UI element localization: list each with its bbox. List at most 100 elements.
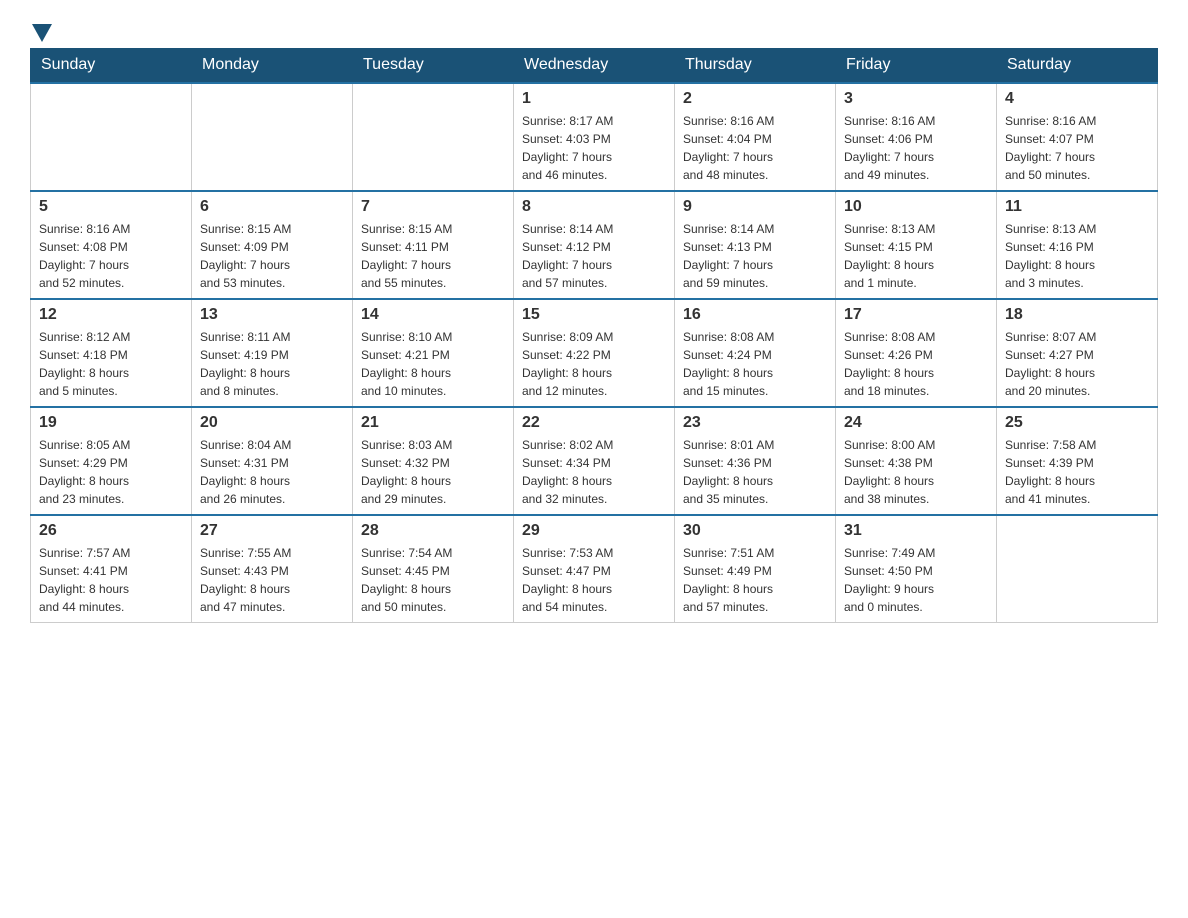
calendar-cell: 29 Sunrise: 7:53 AM Sunset: 4:47 PM Dayli… bbox=[514, 515, 675, 623]
day-number: 11 bbox=[1005, 198, 1149, 216]
calendar-cell: 2 Sunrise: 8:16 AM Sunset: 4:04 PM Daylig… bbox=[675, 83, 836, 191]
day-info: Sunrise: 7:49 AM Sunset: 4:50 PM Dayligh… bbox=[844, 544, 988, 616]
weekday-header-friday: Friday bbox=[836, 48, 997, 83]
day-number: 22 bbox=[522, 414, 666, 432]
calendar-cell: 19 Sunrise: 8:05 AM Sunset: 4:29 PM Dayli… bbox=[31, 407, 192, 515]
calendar-cell: 31 Sunrise: 7:49 AM Sunset: 4:50 PM Dayli… bbox=[836, 515, 997, 623]
day-info: Sunrise: 8:16 AM Sunset: 4:08 PM Dayligh… bbox=[39, 220, 183, 292]
calendar-cell: 21Sunrise: 8:03 AM Sunset: 4:32 PM Dayli… bbox=[353, 407, 514, 515]
day-number: 1 bbox=[522, 90, 666, 108]
calendar-cell: 25Sunrise: 7:58 AM Sunset: 4:39 PM Dayli… bbox=[997, 407, 1158, 515]
day-number: 10 bbox=[844, 198, 988, 216]
calendar-cell: 28 Sunrise: 7:54 AM Sunset: 4:45 PM Dayli… bbox=[353, 515, 514, 623]
day-number: 2 bbox=[683, 90, 827, 108]
day-number: 9 bbox=[683, 198, 827, 216]
day-number: 15 bbox=[522, 306, 666, 324]
weekday-header-saturday: Saturday bbox=[997, 48, 1158, 83]
day-info: Sunrise: 8:13 AM Sunset: 4:16 PM Dayligh… bbox=[1005, 220, 1149, 292]
day-number: 26 bbox=[39, 522, 183, 540]
day-info: Sunrise: 8:17 AM Sunset: 4:03 PM Dayligh… bbox=[522, 112, 666, 184]
day-info: Sunrise: 7:58 AM Sunset: 4:39 PM Dayligh… bbox=[1005, 436, 1149, 508]
calendar-table: SundayMondayTuesdayWednesdayThursdayFrid… bbox=[30, 48, 1158, 623]
page-header bbox=[30, 20, 1158, 38]
day-info: Sunrise: 8:16 AM Sunset: 4:06 PM Dayligh… bbox=[844, 112, 988, 184]
day-info: Sunrise: 8:02 AM Sunset: 4:34 PM Dayligh… bbox=[522, 436, 666, 508]
day-number: 13 bbox=[200, 306, 344, 324]
weekday-header-sunday: Sunday bbox=[31, 48, 192, 83]
calendar-cell: 10Sunrise: 8:13 AM Sunset: 4:15 PM Dayli… bbox=[836, 191, 997, 299]
calendar-cell: 15 Sunrise: 8:09 AM Sunset: 4:22 PM Dayli… bbox=[514, 299, 675, 407]
calendar-cell: 11 Sunrise: 8:13 AM Sunset: 4:16 PM Dayli… bbox=[997, 191, 1158, 299]
weekday-header-monday: Monday bbox=[192, 48, 353, 83]
calendar-cell: 18 Sunrise: 8:07 AM Sunset: 4:27 PM Dayli… bbox=[997, 299, 1158, 407]
day-number: 8 bbox=[522, 198, 666, 216]
calendar-cell: 3 Sunrise: 8:16 AM Sunset: 4:06 PM Daylig… bbox=[836, 83, 997, 191]
calendar-cell: 24 Sunrise: 8:00 AM Sunset: 4:38 PM Dayli… bbox=[836, 407, 997, 515]
day-info: Sunrise: 8:16 AM Sunset: 4:07 PM Dayligh… bbox=[1005, 112, 1149, 184]
calendar-cell: 20Sunrise: 8:04 AM Sunset: 4:31 PM Dayli… bbox=[192, 407, 353, 515]
day-info: Sunrise: 7:53 AM Sunset: 4:47 PM Dayligh… bbox=[522, 544, 666, 616]
day-info: Sunrise: 8:05 AM Sunset: 4:29 PM Dayligh… bbox=[39, 436, 183, 508]
day-info: Sunrise: 8:10 AM Sunset: 4:21 PM Dayligh… bbox=[361, 328, 505, 400]
calendar-header-row: SundayMondayTuesdayWednesdayThursdayFrid… bbox=[31, 48, 1158, 83]
day-info: Sunrise: 8:14 AM Sunset: 4:13 PM Dayligh… bbox=[683, 220, 827, 292]
day-number: 29 bbox=[522, 522, 666, 540]
day-info: Sunrise: 8:11 AM Sunset: 4:19 PM Dayligh… bbox=[200, 328, 344, 400]
calendar-cell bbox=[31, 83, 192, 191]
calendar-cell: 22 Sunrise: 8:02 AM Sunset: 4:34 PM Dayli… bbox=[514, 407, 675, 515]
day-number: 4 bbox=[1005, 90, 1149, 108]
calendar-cell bbox=[997, 515, 1158, 623]
day-info: Sunrise: 8:08 AM Sunset: 4:24 PM Dayligh… bbox=[683, 328, 827, 400]
day-number: 23 bbox=[683, 414, 827, 432]
calendar-cell: 1 Sunrise: 8:17 AM Sunset: 4:03 PM Daylig… bbox=[514, 83, 675, 191]
day-info: Sunrise: 8:16 AM Sunset: 4:04 PM Dayligh… bbox=[683, 112, 827, 184]
day-info: Sunrise: 8:12 AM Sunset: 4:18 PM Dayligh… bbox=[39, 328, 183, 400]
day-number: 27 bbox=[200, 522, 344, 540]
day-number: 28 bbox=[361, 522, 505, 540]
day-number: 14 bbox=[361, 306, 505, 324]
day-number: 21 bbox=[361, 414, 505, 432]
calendar-cell: 4 Sunrise: 8:16 AM Sunset: 4:07 PM Daylig… bbox=[997, 83, 1158, 191]
day-number: 5 bbox=[39, 198, 183, 216]
day-number: 30 bbox=[683, 522, 827, 540]
calendar-week-5: 26 Sunrise: 7:57 AM Sunset: 4:41 PM Dayli… bbox=[31, 515, 1158, 623]
day-number: 17 bbox=[844, 306, 988, 324]
calendar-cell: 13 Sunrise: 8:11 AM Sunset: 4:19 PM Dayli… bbox=[192, 299, 353, 407]
calendar-cell: 16 Sunrise: 8:08 AM Sunset: 4:24 PM Dayli… bbox=[675, 299, 836, 407]
day-number: 20 bbox=[200, 414, 344, 432]
calendar-week-2: 5 Sunrise: 8:16 AM Sunset: 4:08 PM Daylig… bbox=[31, 191, 1158, 299]
weekday-header-tuesday: Tuesday bbox=[353, 48, 514, 83]
day-info: Sunrise: 8:00 AM Sunset: 4:38 PM Dayligh… bbox=[844, 436, 988, 508]
day-info: Sunrise: 8:08 AM Sunset: 4:26 PM Dayligh… bbox=[844, 328, 988, 400]
calendar-cell: 23Sunrise: 8:01 AM Sunset: 4:36 PM Dayli… bbox=[675, 407, 836, 515]
day-info: Sunrise: 8:07 AM Sunset: 4:27 PM Dayligh… bbox=[1005, 328, 1149, 400]
calendar-cell: 9 Sunrise: 8:14 AM Sunset: 4:13 PM Daylig… bbox=[675, 191, 836, 299]
day-info: Sunrise: 7:55 AM Sunset: 4:43 PM Dayligh… bbox=[200, 544, 344, 616]
calendar-week-3: 12 Sunrise: 8:12 AM Sunset: 4:18 PM Dayli… bbox=[31, 299, 1158, 407]
day-info: Sunrise: 7:54 AM Sunset: 4:45 PM Dayligh… bbox=[361, 544, 505, 616]
logo-triangle-icon bbox=[32, 24, 52, 42]
calendar-cell: 5 Sunrise: 8:16 AM Sunset: 4:08 PM Daylig… bbox=[31, 191, 192, 299]
day-info: Sunrise: 8:09 AM Sunset: 4:22 PM Dayligh… bbox=[522, 328, 666, 400]
day-number: 3 bbox=[844, 90, 988, 108]
calendar-week-1: 1 Sunrise: 8:17 AM Sunset: 4:03 PM Daylig… bbox=[31, 83, 1158, 191]
calendar-cell: 8 Sunrise: 8:14 AM Sunset: 4:12 PM Daylig… bbox=[514, 191, 675, 299]
day-number: 19 bbox=[39, 414, 183, 432]
day-number: 16 bbox=[683, 306, 827, 324]
weekday-header-thursday: Thursday bbox=[675, 48, 836, 83]
calendar-cell: 7Sunrise: 8:15 AM Sunset: 4:11 PM Daylig… bbox=[353, 191, 514, 299]
logo bbox=[30, 20, 52, 38]
weekday-header-wednesday: Wednesday bbox=[514, 48, 675, 83]
day-info: Sunrise: 8:15 AM Sunset: 4:11 PM Dayligh… bbox=[361, 220, 505, 292]
calendar-cell bbox=[353, 83, 514, 191]
calendar-cell: 30Sunrise: 7:51 AM Sunset: 4:49 PM Dayli… bbox=[675, 515, 836, 623]
day-number: 12 bbox=[39, 306, 183, 324]
day-number: 18 bbox=[1005, 306, 1149, 324]
calendar-cell: 12 Sunrise: 8:12 AM Sunset: 4:18 PM Dayli… bbox=[31, 299, 192, 407]
day-info: Sunrise: 8:14 AM Sunset: 4:12 PM Dayligh… bbox=[522, 220, 666, 292]
day-number: 24 bbox=[844, 414, 988, 432]
day-number: 31 bbox=[844, 522, 988, 540]
day-info: Sunrise: 7:57 AM Sunset: 4:41 PM Dayligh… bbox=[39, 544, 183, 616]
day-number: 6 bbox=[200, 198, 344, 216]
calendar-cell: 27 Sunrise: 7:55 AM Sunset: 4:43 PM Dayli… bbox=[192, 515, 353, 623]
